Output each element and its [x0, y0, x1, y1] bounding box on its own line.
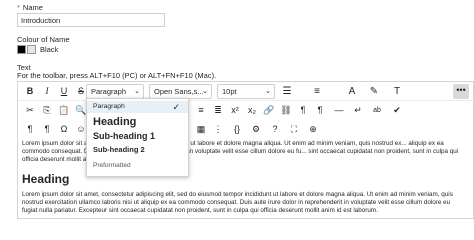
- more-options-button[interactable]: •••: [453, 84, 469, 99]
- copy-icon[interactable]: ⎘: [40, 104, 54, 117]
- colour-name: Black: [40, 45, 59, 54]
- menu-item-preformatted[interactable]: Preformatted: [87, 161, 188, 171]
- justify-icon[interactable]: ≣: [211, 104, 225, 117]
- settings-icon[interactable]: ⚙: [249, 123, 263, 136]
- size-select[interactable]: 10pt ⌄: [217, 84, 275, 99]
- menu-item-sub-heading-1[interactable]: Sub-heading 1: [87, 130, 188, 142]
- name-input[interactable]: Introduction: [17, 13, 165, 27]
- align-icon[interactable]: ≡: [194, 104, 208, 117]
- add-content-icon[interactable]: ⊕: [306, 123, 320, 136]
- name-label: * Name: [17, 3, 43, 12]
- paragraph-rtl-icon[interactable]: ¶: [40, 123, 54, 136]
- numbered-list-icon[interactable]: ≡: [310, 85, 324, 98]
- code-icon[interactable]: {}: [230, 123, 244, 136]
- spellcheck-icon[interactable]: ab: [370, 104, 384, 117]
- font-select-value: Open Sans,s...: [154, 87, 204, 96]
- paragraph-2: Lorem ipsum dolor sit amet, consectetur …: [22, 191, 453, 214]
- name-input-value: Introduction: [21, 16, 61, 25]
- format-select-value: Paragraph: [91, 87, 127, 96]
- unlink-icon[interactable]: ⛓: [279, 104, 293, 117]
- check-icon: ✓: [172, 102, 180, 112]
- menu-item-heading[interactable]: Heading: [87, 115, 188, 129]
- format-dropdown-menu: Paragraph ✓ Heading Sub-heading 1 Sub-he…: [86, 98, 189, 177]
- superscript-icon[interactable]: x²: [228, 104, 242, 117]
- colour-label: Colour of Name: [17, 35, 70, 44]
- rtl-paragraph-icon[interactable]: ¶: [313, 104, 327, 117]
- paragraph-mark-icon[interactable]: ¶: [23, 123, 37, 136]
- fullscreen-icon[interactable]: ⛶: [287, 123, 301, 136]
- underline-button[interactable]: U: [57, 85, 71, 98]
- highlight-icon[interactable]: ✎: [367, 85, 381, 98]
- required-mark: *: [17, 3, 20, 12]
- paste-icon[interactable]: 📋: [57, 104, 71, 117]
- menu-item-paragraph-label: Paragraph: [93, 103, 125, 110]
- text-colour-icon[interactable]: A: [345, 85, 359, 98]
- chevron-down-icon: ⌄: [134, 88, 140, 95]
- subscript-icon[interactable]: x₂: [245, 104, 259, 117]
- ltr-paragraph-icon[interactable]: ¶: [296, 104, 310, 117]
- line-break-icon[interactable]: ↵: [351, 104, 365, 117]
- horizontal-line-icon[interactable]: —: [332, 104, 346, 117]
- bold-button[interactable]: B: [23, 85, 37, 98]
- table-icon[interactable]: ▦: [194, 123, 208, 136]
- size-select-value: 10pt: [222, 87, 237, 96]
- chevron-down-icon: ⌄: [202, 88, 208, 95]
- menu-item-sub-heading-2[interactable]: Sub-heading 2: [87, 145, 188, 155]
- format-select[interactable]: Paragraph ⌄: [86, 84, 144, 99]
- accessibility-check-icon[interactable]: ✔: [390, 104, 404, 117]
- toolbar-hint: For the toolbar, press ALT+F10 (PC) or A…: [17, 71, 217, 80]
- name-label-text: Name: [22, 3, 43, 12]
- help-icon[interactable]: ?: [268, 123, 282, 136]
- colour-swatch[interactable]: [17, 45, 26, 54]
- chevron-down-icon: ⌄: [265, 88, 271, 95]
- cut-icon[interactable]: ✂: [23, 104, 37, 117]
- colour-dropdown-swatch[interactable]: [27, 45, 36, 54]
- clear-format-icon[interactable]: T: [390, 85, 404, 98]
- link-icon[interactable]: 🔗: [262, 104, 276, 117]
- menu-item-paragraph[interactable]: Paragraph ✓: [87, 101, 188, 113]
- bullet-list-icon[interactable]: ☰: [280, 85, 294, 98]
- more-vertical-icon[interactable]: ⋮: [211, 123, 225, 136]
- italic-button[interactable]: I: [40, 85, 54, 98]
- colour-picker[interactable]: Black: [17, 45, 58, 54]
- special-chars-icon[interactable]: Ω: [57, 123, 71, 136]
- font-select[interactable]: Open Sans,s... ⌄: [149, 84, 212, 99]
